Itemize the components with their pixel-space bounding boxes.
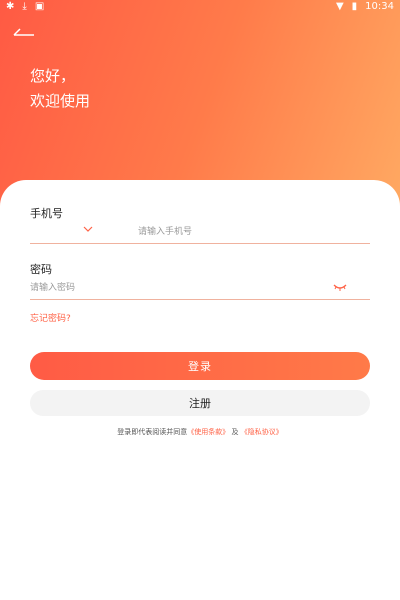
agreement-and: 及 [231, 428, 239, 436]
greeting-line1: 您好， [30, 67, 76, 85]
chevron-down-icon[interactable] [82, 222, 94, 236]
password-label: 密码 [30, 263, 52, 276]
clock: 10:34 [365, 1, 394, 12]
login-button[interactable]: 登录 [30, 352, 370, 380]
privacy-link[interactable]: 《隐私协议》 [241, 428, 283, 436]
phone-field [30, 222, 370, 244]
status-bar: ✱ ⤓ ▣ ▼ ▮ 10:34 [0, 0, 400, 14]
terms-link[interactable]: 《使用条款》 [187, 428, 229, 436]
agreement-text: 登录即代表阅读并同意《使用条款》 及 《隐私协议》 [0, 427, 400, 437]
battery-icon: ▮ [351, 1, 358, 12]
register-button[interactable]: 注册 [30, 390, 370, 416]
password-field [30, 278, 370, 300]
a-icon: ▣ [34, 1, 45, 12]
phone-label: 手机号 [30, 207, 63, 220]
greeting: 您好， 欢迎使用 [30, 64, 90, 114]
app-icon: ✱ [6, 1, 15, 12]
download-icon: ⤓ [22, 1, 27, 12]
phone-input[interactable] [138, 224, 358, 240]
eye-closed-icon[interactable] [332, 281, 348, 293]
forgot-password-link[interactable]: 忘记密码? [30, 311, 71, 324]
greeting-line2: 欢迎使用 [30, 92, 91, 110]
back-arrow-icon[interactable] [12, 26, 36, 40]
agreement-prefix: 登录即代表阅读并同意 [117, 428, 188, 436]
wifi-icon: ▼ [335, 1, 344, 12]
password-input[interactable] [30, 280, 320, 296]
